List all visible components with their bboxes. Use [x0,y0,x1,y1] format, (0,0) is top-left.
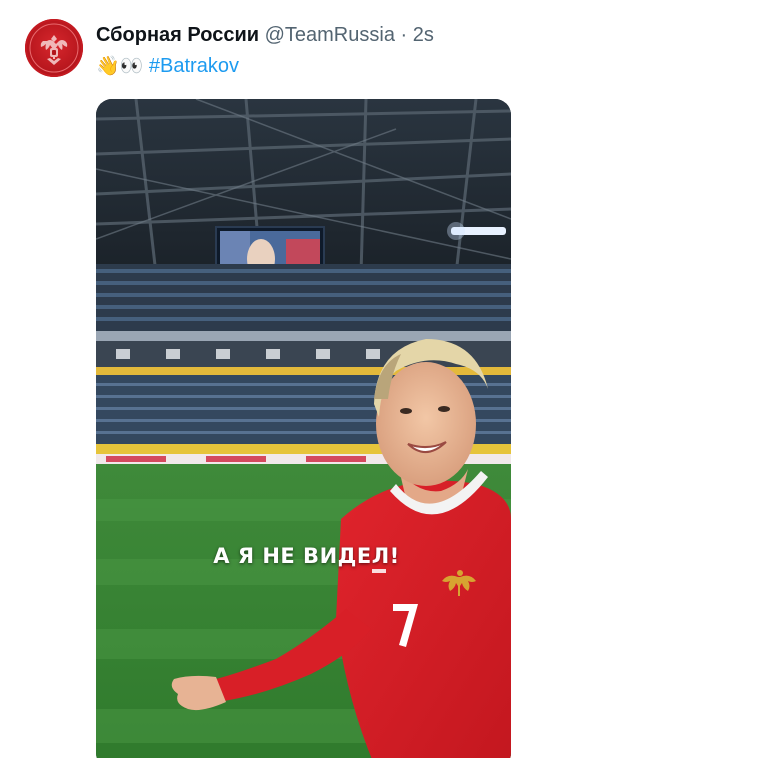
separator-dot: · [400,24,408,46]
tweet[interactable]: Сборная России @TeamRussia · 2s 👋👀 #Batr… [0,0,770,758]
timestamp[interactable]: 2s [413,24,434,46]
user-handle[interactable]: @TeamRussia [265,24,395,46]
hashtag-link[interactable]: #Batrakov [149,55,239,77]
avatar[interactable] [25,19,83,77]
video-player[interactable]: А Я НЕ ВИДЕЛ! [96,99,511,758]
russia-eagle-crest-icon [29,23,79,73]
video-frame-image [96,99,511,758]
wave-eyes-emoji: 👋👀 [96,56,144,77]
video-caption: А Я НЕ ВИДЕЛ! [213,544,400,568]
display-name[interactable]: Сборная России [96,24,259,46]
tweet-header: Сборная России @TeamRussia · 2s [96,22,434,48]
tweet-text: 👋👀 #Batrakov [96,53,239,80]
